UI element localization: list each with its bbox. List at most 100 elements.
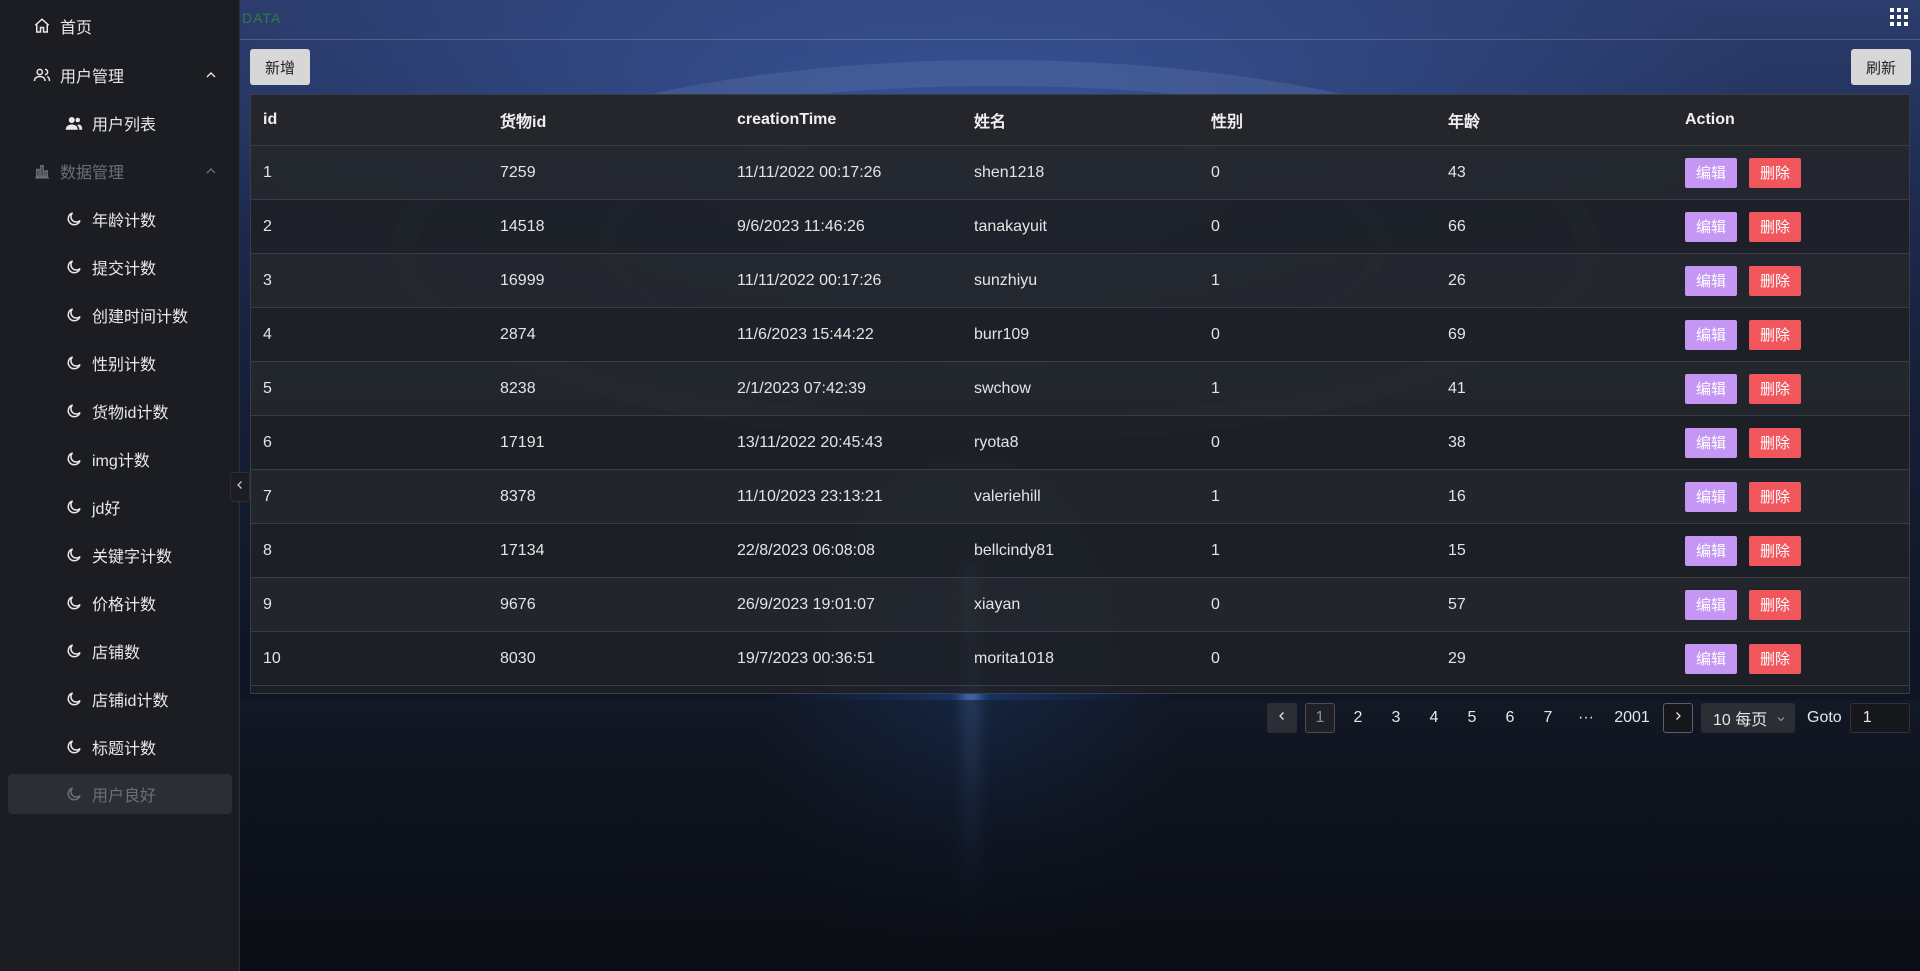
sidebar-item-title-count[interactable]: 标题计数 bbox=[0, 727, 239, 767]
sidebar-item-label: 年龄计数 bbox=[92, 213, 157, 230]
table-row: 10 8030 19/7/2023 00:36:51 morita1018 0 … bbox=[251, 631, 1909, 686]
page-button[interactable]: 3 bbox=[1381, 703, 1411, 733]
page-button[interactable]: 6 bbox=[1495, 703, 1525, 733]
sidebar-item-label: 用户良好 bbox=[92, 788, 157, 805]
edit-button[interactable]: 编辑 bbox=[1685, 589, 1737, 620]
cell-goods-id: 14518 bbox=[488, 199, 725, 254]
delete-button[interactable]: 删除 bbox=[1749, 157, 1801, 188]
delete-button[interactable]: 删除 bbox=[1749, 427, 1801, 458]
table-row: 4 2874 11/6/2023 15:44:22 burr109 0 69 编… bbox=[251, 307, 1909, 362]
cell-age: 26 bbox=[1436, 253, 1673, 308]
cell-name: xiayan bbox=[962, 577, 1199, 632]
cell-age: 43 bbox=[1436, 145, 1673, 200]
column-header-gender[interactable]: 性别 bbox=[1199, 95, 1436, 146]
cell-goods-id: 8030 bbox=[488, 631, 725, 686]
moon-icon bbox=[64, 641, 84, 661]
column-header-goods-id[interactable]: 货物id bbox=[488, 95, 725, 146]
sidebar-item-user-list[interactable]: 用户列表 bbox=[0, 103, 239, 143]
sidebar-item-submit-count[interactable]: 提交计数 bbox=[0, 247, 239, 287]
cell-action: 编辑 删除 bbox=[1673, 469, 1909, 524]
edit-button[interactable]: 编辑 bbox=[1685, 427, 1737, 458]
sidebar-item-user-good[interactable]: 用户良好 bbox=[8, 774, 232, 814]
sidebar-collapse-button[interactable] bbox=[230, 472, 250, 502]
chevron-left-icon bbox=[234, 478, 246, 497]
delete-button[interactable]: 删除 bbox=[1749, 643, 1801, 674]
edit-button[interactable]: 编辑 bbox=[1685, 319, 1737, 350]
add-button[interactable]: 新增 bbox=[250, 49, 310, 85]
bar-chart-icon bbox=[32, 161, 52, 181]
moon-icon bbox=[64, 305, 84, 325]
cell-gender: 1 bbox=[1199, 523, 1436, 578]
delete-button[interactable]: 删除 bbox=[1749, 535, 1801, 566]
sidebar-item-label: jd好 bbox=[92, 501, 121, 518]
cell-goods-id: 7259 bbox=[488, 145, 725, 200]
chevron-up-icon bbox=[203, 163, 219, 179]
sidebar-item-label: 性别计数 bbox=[92, 357, 157, 374]
edit-button[interactable]: 编辑 bbox=[1685, 157, 1737, 188]
cell-creation-time: 11/11/2022 00:17:26 bbox=[725, 145, 962, 200]
sidebar-item-img-count[interactable]: img计数 bbox=[0, 439, 239, 479]
edit-button[interactable]: 编辑 bbox=[1685, 535, 1737, 566]
cell-age: 29 bbox=[1436, 631, 1673, 686]
column-header-action: Action bbox=[1673, 95, 1909, 146]
sidebar-item-jd-good[interactable]: jd好 bbox=[0, 487, 239, 527]
edit-button[interactable]: 编辑 bbox=[1685, 265, 1737, 296]
cell-gender: 0 bbox=[1199, 145, 1436, 200]
page-button-last[interactable]: 2001 bbox=[1609, 703, 1655, 733]
chevron-right-icon bbox=[1672, 709, 1684, 727]
edit-button[interactable]: 编辑 bbox=[1685, 643, 1737, 674]
edit-button[interactable]: 编辑 bbox=[1685, 481, 1737, 512]
sidebar-item-creation-time-count[interactable]: 创建时间计数 bbox=[0, 295, 239, 335]
delete-button[interactable]: 删除 bbox=[1749, 265, 1801, 296]
delete-button[interactable]: 删除 bbox=[1749, 589, 1801, 620]
page-button[interactable]: 4 bbox=[1419, 703, 1449, 733]
sidebar-item-shop-id-count[interactable]: 店铺id计数 bbox=[0, 679, 239, 719]
apps-grid-icon[interactable] bbox=[1889, 7, 1909, 27]
sidebar-item-keyword-count[interactable]: 关键字计数 bbox=[0, 535, 239, 575]
cell-goods-id: 9676 bbox=[488, 577, 725, 632]
page-size-select[interactable]: 10 每页 bbox=[1701, 703, 1795, 733]
delete-button[interactable]: 删除 bbox=[1749, 211, 1801, 242]
cell-name: valeriehill bbox=[962, 469, 1199, 524]
page-button[interactable]: 5 bbox=[1457, 703, 1487, 733]
sidebar-item-home[interactable]: 首页 bbox=[0, 6, 239, 46]
delete-button[interactable]: 删除 bbox=[1749, 481, 1801, 512]
delete-button[interactable]: 删除 bbox=[1749, 373, 1801, 404]
sidebar-item-gender-count[interactable]: 性别计数 bbox=[0, 343, 239, 383]
cell-id: 8 bbox=[251, 523, 488, 578]
more-pages-ellipsis[interactable]: ··· bbox=[1571, 703, 1601, 733]
prev-page-button[interactable] bbox=[1267, 703, 1297, 733]
column-header-age[interactable]: 年龄 bbox=[1436, 95, 1673, 146]
column-header-creation-time[interactable]: creationTime bbox=[725, 95, 962, 146]
sidebar-item-shop-count[interactable]: 店铺数 bbox=[0, 631, 239, 671]
sidebar-item-label: 标题计数 bbox=[92, 741, 157, 758]
table-row: 8 17134 22/8/2023 06:08:08 bellcindy81 1… bbox=[251, 523, 1909, 578]
table-row: 9 9676 26/9/2023 19:01:07 xiayan 0 57 编辑… bbox=[251, 577, 1909, 632]
sidebar-item-goods-id-count[interactable]: 货物id计数 bbox=[0, 391, 239, 431]
chevron-down-icon bbox=[1775, 712, 1787, 724]
cell-gender: 0 bbox=[1199, 415, 1436, 470]
refresh-button[interactable]: 刷新 bbox=[1851, 49, 1911, 85]
page-button[interactable]: 7 bbox=[1533, 703, 1563, 733]
sidebar-item-price-count[interactable]: 价格计数 bbox=[0, 583, 239, 623]
edit-button[interactable]: 编辑 bbox=[1685, 373, 1737, 404]
edit-button[interactable]: 编辑 bbox=[1685, 211, 1737, 242]
next-page-button[interactable] bbox=[1663, 703, 1693, 733]
moon-icon bbox=[64, 209, 84, 229]
delete-button[interactable]: 删除 bbox=[1749, 319, 1801, 350]
moon-icon bbox=[64, 784, 84, 804]
cell-age: 66 bbox=[1436, 199, 1673, 254]
sidebar-item-data-management[interactable]: 数据管理 bbox=[0, 151, 239, 191]
cell-id: 1 bbox=[251, 145, 488, 200]
sidebar-item-user-management[interactable]: 用户管理 bbox=[0, 55, 239, 95]
page-button-current[interactable]: 1 bbox=[1305, 703, 1335, 733]
column-header-name[interactable]: 姓名 bbox=[962, 95, 1199, 146]
column-header-id[interactable]: id bbox=[251, 95, 488, 146]
goto-page-input[interactable] bbox=[1849, 703, 1910, 733]
cell-goods-id: 17191 bbox=[488, 415, 725, 470]
cell-gender: 1 bbox=[1199, 361, 1436, 416]
sidebar-item-age-count[interactable]: 年龄计数 bbox=[0, 199, 239, 239]
cell-id: 6 bbox=[251, 415, 488, 470]
cell-id: 2 bbox=[251, 199, 488, 254]
page-button[interactable]: 2 bbox=[1343, 703, 1373, 733]
